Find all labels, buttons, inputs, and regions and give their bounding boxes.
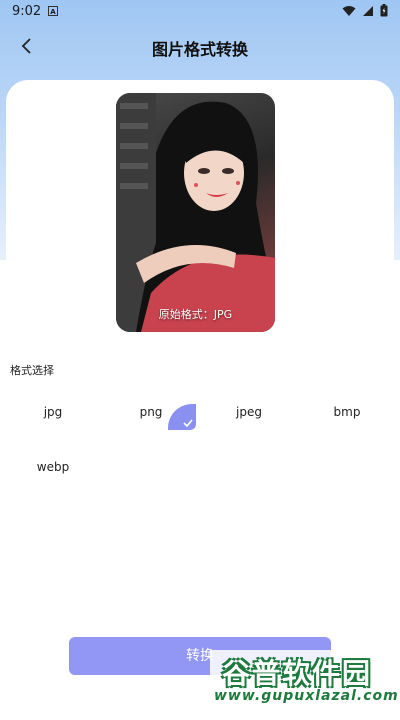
- status-time: 9:02: [12, 4, 42, 19]
- checkmark-icon: [183, 419, 193, 427]
- watermark-name: 谷普软件园: [222, 657, 373, 690]
- format-option-label: bmp: [333, 405, 361, 419]
- watermark-url: www.gupuxlazal.com: [214, 688, 399, 704]
- battery-icon: [380, 4, 388, 17]
- photo-illustration: [116, 93, 275, 332]
- format-option-png[interactable]: png: [102, 400, 200, 436]
- format-option-webp[interactable]: webp: [4, 455, 102, 491]
- app-notification-icon: A: [48, 6, 58, 16]
- status-bar: 9:02 A: [0, 0, 400, 24]
- format-option-jpg[interactable]: jpg: [4, 400, 102, 436]
- format-option-jpeg[interactable]: jpeg: [200, 400, 298, 436]
- header: 图片格式转换: [0, 28, 400, 64]
- page-title: 图片格式转换: [151, 40, 248, 59]
- format-option-label: jpg: [43, 405, 63, 419]
- wifi-icon: [342, 5, 356, 16]
- original-format-caption: 原始格式：JPG: [158, 308, 233, 321]
- format-option-label: jpeg: [236, 405, 262, 419]
- format-section-label: 格式选择: [10, 364, 54, 377]
- image-preview: 原始格式：JPG: [116, 93, 275, 332]
- signal-icon: [363, 5, 373, 16]
- format-option-bmp[interactable]: bmp: [298, 400, 396, 436]
- status-icons: [342, 4, 388, 17]
- format-option-label: webp: [36, 460, 70, 474]
